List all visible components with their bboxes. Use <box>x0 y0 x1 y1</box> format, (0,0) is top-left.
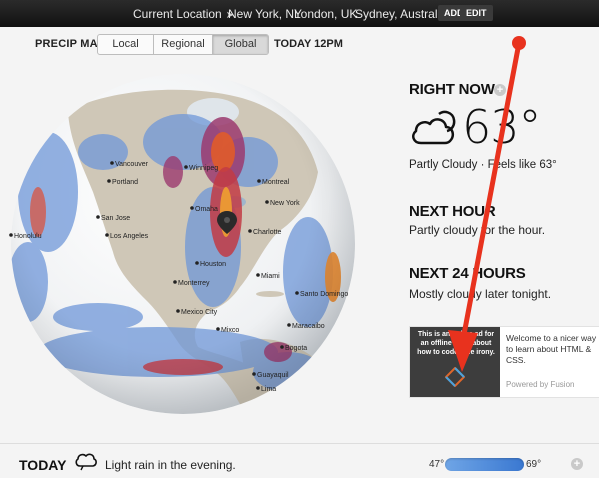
city-charlotte: Charlotte <box>248 229 282 236</box>
svg-text:Winnipeg: Winnipeg <box>189 165 218 172</box>
city-santo-domingo: Santo Domingo <box>295 291 348 298</box>
svg-text:Maracaibo: Maracaibo <box>292 323 325 330</box>
city-houston: Houston <box>195 261 226 268</box>
today-expand-icon[interactable]: + <box>571 458 583 470</box>
ad-text: Welcome to a nicer way to learn about HT… <box>506 333 597 365</box>
svg-text:Monterrey: Monterrey <box>178 280 210 287</box>
edit-button[interactable]: EDIT <box>460 5 493 21</box>
city-new-york: New York <box>265 200 300 207</box>
svg-text:Omaha: Omaha <box>195 206 218 213</box>
svg-text:Santo Domingo: Santo Domingo <box>300 291 348 298</box>
next-24-hours-text: Mostly cloudy later tonight. <box>409 287 552 301</box>
precip-map-label: PRECIP MAP <box>35 38 106 50</box>
current-temperature: 63° <box>462 100 542 154</box>
right-now-title: RIGHT NOW <box>409 81 495 98</box>
today-title: TODAY <box>19 457 67 473</box>
svg-text:Mexico City: Mexico City <box>181 309 218 316</box>
ad-image-text: This is an online ad for an offline book… <box>417 331 495 356</box>
svg-text:San Jose: San Jose <box>101 215 130 222</box>
location-sydney[interactable]: Sydney, Australia <box>355 7 447 21</box>
svg-text:Portland: Portland <box>112 179 138 186</box>
svg-text:New York: New York <box>270 200 300 207</box>
city-los-angeles: Los Angeles <box>105 233 149 240</box>
location-new-york[interactable]: New York, NY <box>228 7 302 21</box>
city-honolulu: Honolulu <box>9 233 42 240</box>
tab-local[interactable]: Local <box>98 35 154 54</box>
svg-text:Vancouver: Vancouver <box>115 161 149 168</box>
today-high-temp: 69° <box>526 459 542 470</box>
ad-banner[interactable]: This is an online ad for an offline book… <box>409 326 599 398</box>
svg-text:Los Angeles: Los Angeles <box>110 233 149 240</box>
tab-regional[interactable]: Regional <box>154 35 213 54</box>
svg-text:Mixco: Mixco <box>221 327 239 334</box>
city-guayaquil: Guayaquil <box>252 372 289 379</box>
tab-global[interactable]: Global <box>213 35 268 54</box>
today-summary: Light rain in the evening. <box>105 458 236 472</box>
city-mexico-city: Mexico City <box>176 309 218 316</box>
current-location-link[interactable]: Current Location ➤ <box>133 7 234 21</box>
city-winnipeg: Winnipeg <box>184 165 218 172</box>
diamond-logo-icon <box>445 367 465 387</box>
today-low-temp: 47° <box>429 459 445 470</box>
svg-text:Bogota: Bogota <box>285 345 307 352</box>
svg-text:Lima: Lima <box>261 386 276 393</box>
city-portland: Portland <box>107 179 138 186</box>
city-omaha: Omaha <box>190 206 218 213</box>
svg-text:Guayaquil: Guayaquil <box>257 372 289 379</box>
svg-text:Miami: Miami <box>261 273 280 280</box>
next-24-hours-title: NEXT 24 HOURS <box>409 265 526 282</box>
city-maracaibo: Maracaibo <box>287 323 325 330</box>
city-san-jose: San Jose <box>96 215 130 222</box>
city-bogota: Bogota <box>280 345 307 352</box>
right-now-expand-icon[interactable]: + <box>494 84 506 96</box>
city-montreal: Montreal <box>257 179 290 186</box>
next-hour-title: NEXT HOUR <box>409 203 496 220</box>
current-location-label: Current Location <box>133 7 222 21</box>
svg-text:Charlotte: Charlotte <box>253 229 282 236</box>
top-bar: Current Location ➤ New York, NY London, U… <box>0 0 599 27</box>
temperature-range-bar <box>445 458 524 471</box>
precip-globe-map[interactable]: Vancouver Winnipeg Portland Montreal Oma… <box>8 72 358 417</box>
svg-text:Houston: Houston <box>200 261 226 268</box>
city-monterrey: Monterrey <box>173 280 210 287</box>
city-vancouver: Vancouver <box>110 161 149 168</box>
rain-cloud-icon <box>75 453 97 471</box>
partly-cloudy-icon <box>412 110 456 145</box>
next-hour-text: Partly cloudy for the hour. <box>409 223 546 237</box>
ad-image[interactable]: This is an online ad for an offline book… <box>410 327 500 397</box>
map-time-label: TODAY 12PM <box>274 38 343 50</box>
current-condition: Partly Cloudy · Feels like 63° <box>409 159 557 171</box>
ad-powered-by[interactable]: Powered by Fusion <box>506 380 574 389</box>
location-london[interactable]: London, UK <box>294 7 357 21</box>
map-scope-segmented-control: Local Regional Global <box>97 34 269 55</box>
svg-text:Montreal: Montreal <box>262 179 290 186</box>
svg-text:Honolulu: Honolulu <box>14 233 42 240</box>
